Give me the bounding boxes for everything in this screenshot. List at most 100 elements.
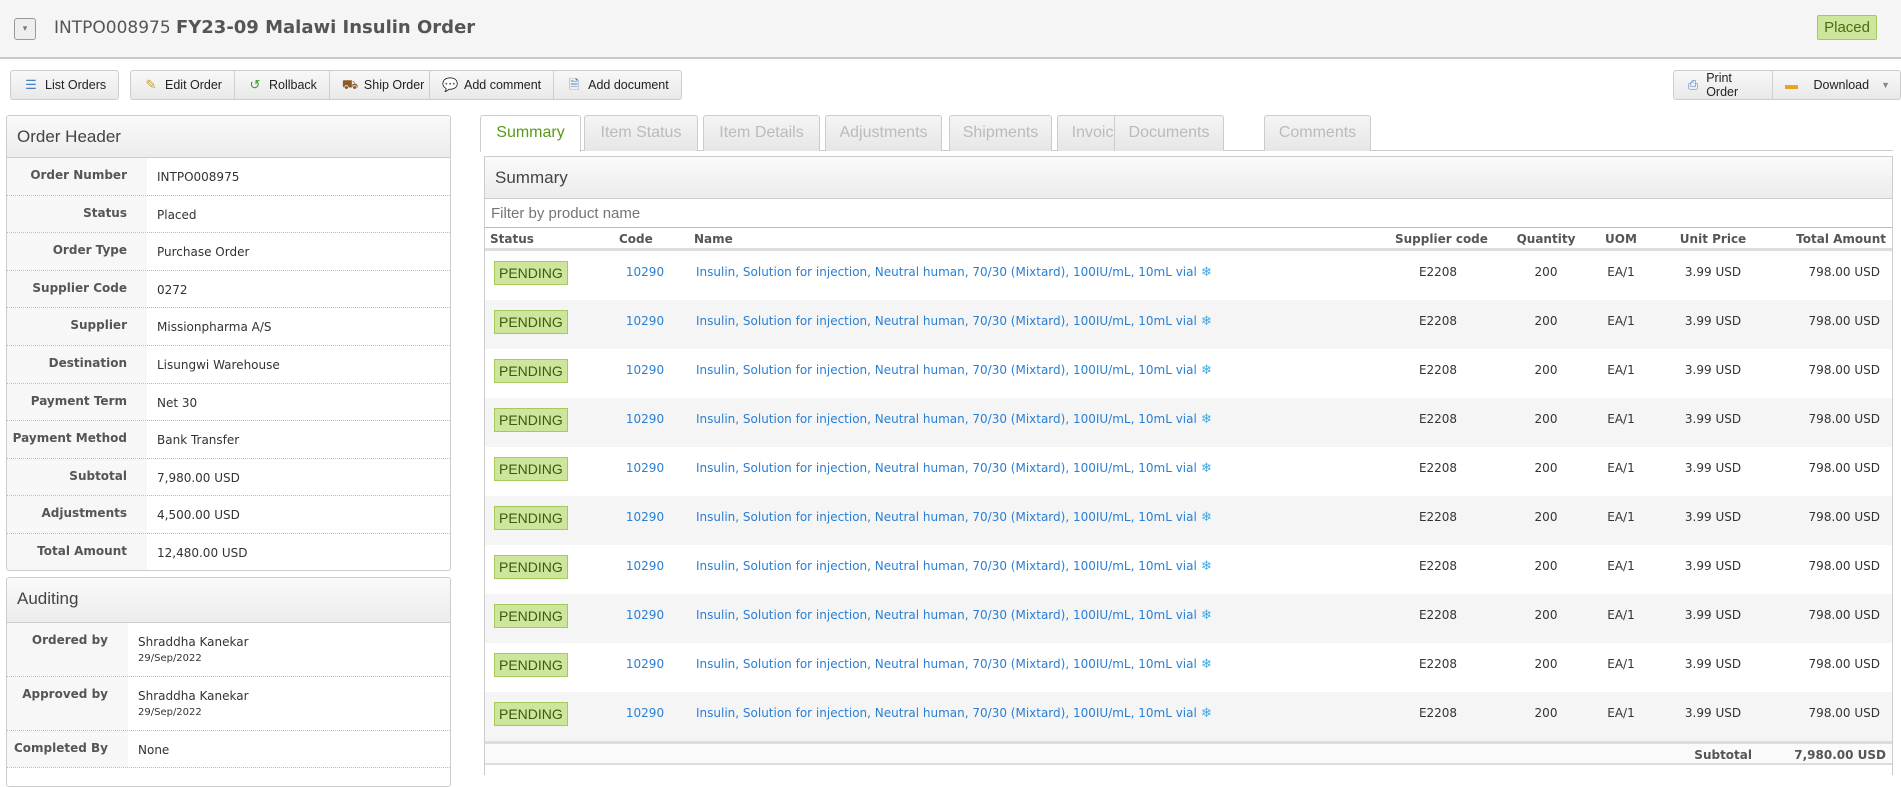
product-name-link[interactable]: Insulin, Solution for injection, Neutral… (696, 559, 1197, 573)
audit-label: Approved by (7, 677, 128, 730)
product-code-link[interactable]: 10290 (619, 314, 671, 328)
subtotal-value: 7,980.00 USD (1794, 748, 1886, 762)
supplier-code-cell: E2208 (1418, 559, 1458, 573)
total-amount-cell: 798.00 USD (1808, 314, 1880, 328)
quantity-cell: 200 (1534, 412, 1558, 426)
total-amount-cell: 798.00 USD (1808, 412, 1880, 426)
product-name-link[interactable]: Insulin, Solution for injection, Neutral… (696, 657, 1197, 671)
tab-comments[interactable]: Comments (1264, 115, 1371, 151)
supplier-code-cell: E2208 (1418, 412, 1458, 426)
audit-value: Shraddha Kanekar 29/Sep/2022 (128, 677, 259, 730)
total-amount-cell: 798.00 USD (1808, 559, 1880, 573)
menu-toggle-button[interactable]: ▾ (14, 18, 36, 40)
print-order-button[interactable]: ⎙ Print Order (1674, 71, 1774, 99)
tab-item-status[interactable]: Item Status (584, 115, 698, 151)
audit-user: Shraddha Kanekar (138, 689, 249, 703)
product-name-link[interactable]: Insulin, Solution for injection, Neutral… (696, 363, 1197, 377)
tab-adjustments[interactable]: Adjustments (825, 115, 942, 151)
tab-documents[interactable]: Documents (1114, 115, 1224, 151)
field-label: Adjustments (7, 496, 147, 533)
field-label: Order Number (7, 158, 147, 195)
filter-product-input[interactable] (485, 199, 1892, 228)
product-code-link[interactable]: 10290 (619, 559, 671, 573)
product-code-link[interactable]: 10290 (619, 608, 671, 622)
table-row: PENDING 10290 Insulin, Solution for inject… (485, 398, 1892, 447)
product-code-link[interactable]: 10290 (619, 412, 671, 426)
product-name-link[interactable]: Insulin, Solution for injection, Neutral… (696, 265, 1197, 279)
supplier-code-cell: E2208 (1418, 461, 1458, 475)
status-badge: PENDING (494, 555, 568, 579)
product-name-link[interactable]: Insulin, Solution for injection, Neutral… (696, 510, 1197, 524)
product-code-link[interactable]: 10290 (619, 657, 671, 671)
col-supplier-code[interactable]: Supplier code (1395, 232, 1488, 246)
product-name-link[interactable]: Insulin, Solution for injection, Neutral… (696, 706, 1197, 720)
quantity-cell: 200 (1534, 461, 1558, 475)
uom-cell: EA/1 (1607, 559, 1635, 573)
col-name[interactable]: Name (694, 232, 733, 246)
quantity-cell: 200 (1534, 265, 1558, 279)
summary-title: Summary (485, 157, 1892, 199)
status-badge: PENDING (494, 408, 568, 432)
field-value: Missionpharma A/S (157, 320, 272, 335)
status-badge: PENDING (494, 261, 568, 285)
table-row: PENDING 10290 Insulin, Solution for inject… (485, 251, 1892, 300)
product-name-link[interactable]: Insulin, Solution for injection, Neutral… (696, 461, 1197, 475)
quantity-cell: 200 (1534, 314, 1558, 328)
edit-order-button[interactable]: ✎ Edit Order (131, 71, 235, 99)
col-status[interactable]: Status (490, 232, 534, 246)
col-quantity[interactable]: Quantity (1506, 232, 1586, 246)
list-orders-button[interactable]: ☰ List Orders (11, 71, 118, 99)
uom-cell: EA/1 (1607, 510, 1635, 524)
summary-panel: Summary Status Code Name Supplier code Q… (484, 156, 1893, 775)
product-name-link[interactable]: Insulin, Solution for injection, Neutral… (696, 608, 1197, 622)
table-row: PENDING 10290 Insulin, Solution for inject… (485, 496, 1892, 545)
field-label: Payment Method (7, 421, 147, 458)
ship-order-label: Ship Order (363, 78, 425, 92)
total-amount-cell: 798.00 USD (1808, 706, 1880, 720)
download-button[interactable]: ▬ Download ▼ (1773, 71, 1900, 99)
tab-item-details[interactable]: Item Details (703, 115, 820, 151)
tab-summary[interactable]: Summary (480, 115, 581, 152)
col-code[interactable]: Code (619, 232, 653, 246)
field-label: Supplier Code (7, 270, 147, 308)
product-code-link[interactable]: 10290 (619, 363, 671, 377)
product-code-link[interactable]: 10290 (619, 461, 671, 475)
product-name-link[interactable]: Insulin, Solution for injection, Neutral… (696, 412, 1197, 426)
total-amount-cell: 798.00 USD (1808, 265, 1880, 279)
unit-price-cell: 3.99 USD (1684, 608, 1742, 622)
table-row: PENDING 10290 Insulin, Solution for inject… (485, 300, 1892, 349)
tab-shipments[interactable]: Shipments (949, 115, 1052, 151)
field-label: Supplier (7, 308, 147, 345)
order-field-row: Status Placed (7, 195, 450, 234)
product-code-link[interactable]: 10290 (619, 706, 671, 720)
rollback-button[interactable]: ↺ Rollback (235, 71, 330, 99)
product-name-link[interactable]: Insulin, Solution for injection, Neutral… (696, 314, 1197, 328)
list-orders-label: List Orders (45, 78, 107, 92)
add-comment-button[interactable]: 💬 Add comment (430, 71, 555, 99)
printer-icon: ⎙ (1687, 77, 1699, 92)
page-title: INTPO008975 FY23-09 Malawi Insulin Order (54, 17, 475, 39)
supplier-code-cell: E2208 (1418, 510, 1458, 524)
order-field-row: Adjustments 4,500.00 USD (7, 496, 450, 534)
col-unit-price[interactable]: Unit Price (1668, 232, 1758, 246)
product-code-link[interactable]: 10290 (619, 265, 671, 279)
auditing-row: Completed By None (7, 731, 450, 768)
output-group: ⎙ Print Order ▬ Download ▼ (1673, 70, 1901, 100)
col-total-amount[interactable]: Total Amount (1796, 232, 1886, 246)
col-uom[interactable]: UOM (1591, 232, 1651, 246)
cold-chain-icon: ❄ (1196, 412, 1212, 427)
auditing-title: Auditing (7, 578, 450, 623)
order-number: INTPO008975 (54, 18, 171, 38)
ship-order-button[interactable]: ⛟ Ship Order (330, 71, 436, 99)
add-document-label: Add document (588, 78, 669, 92)
field-label: Subtotal (7, 458, 147, 496)
status-badge: PENDING (494, 506, 568, 530)
field-value: Purchase Order (157, 245, 250, 260)
chevron-down-icon: ▼ (1881, 80, 1890, 90)
table-row: PENDING 10290 Insulin, Solution for inject… (485, 594, 1892, 643)
add-document-button[interactable]: 🗎 Add document (554, 71, 681, 99)
unit-price-cell: 3.99 USD (1684, 461, 1742, 475)
product-name-cell: Insulin, Solution for injection, Neutral… (696, 657, 1212, 672)
field-value: Placed (157, 207, 197, 222)
product-code-link[interactable]: 10290 (619, 510, 671, 524)
